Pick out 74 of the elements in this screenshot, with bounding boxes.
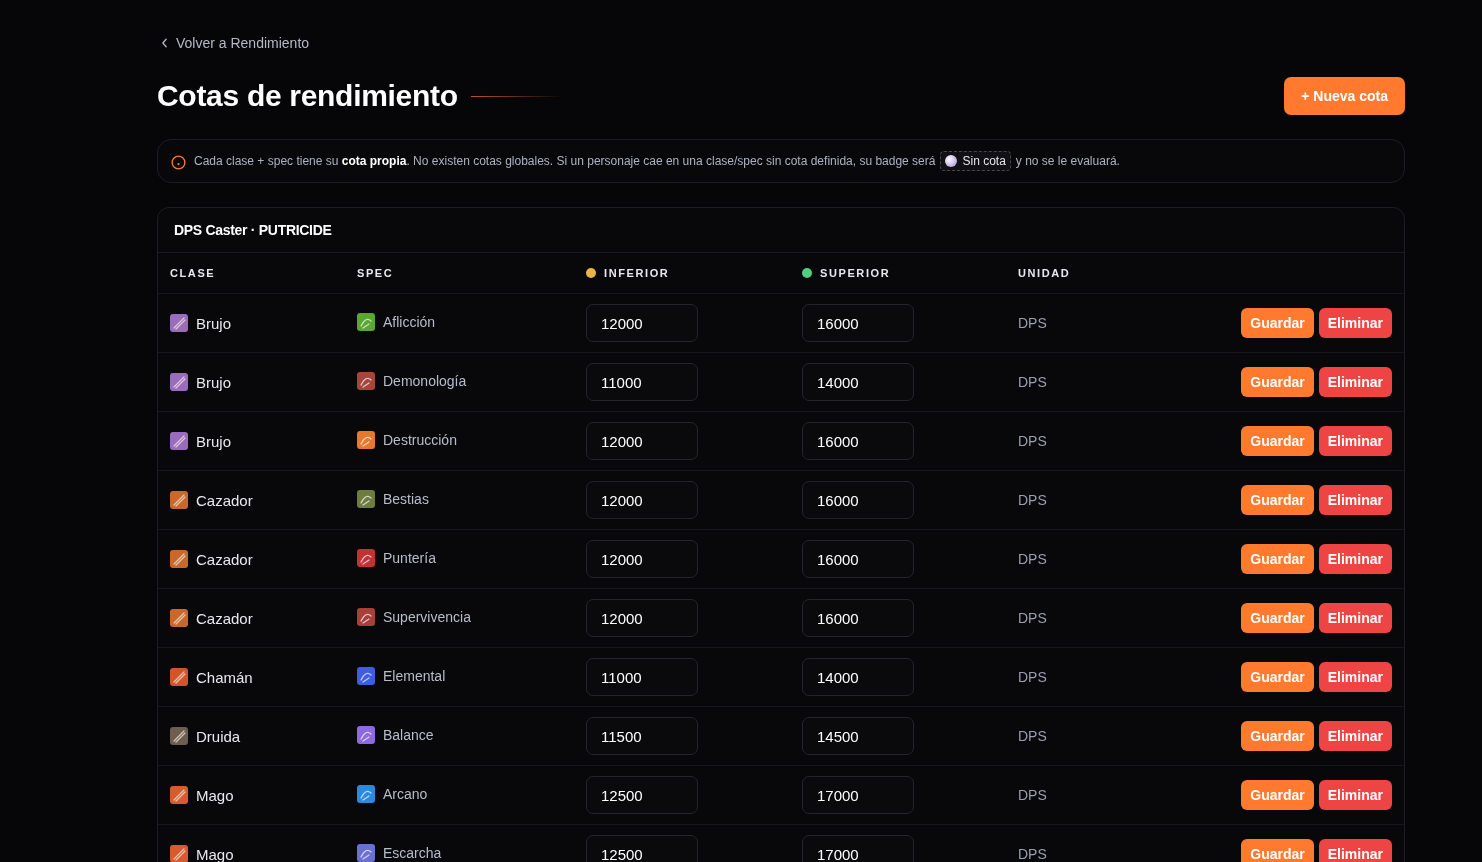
column-header: CLASE bbox=[170, 267, 216, 279]
page-title: Cotas de rendimiento bbox=[157, 79, 458, 113]
table-title: DPS Caster · PUTRICIDE bbox=[174, 222, 332, 238]
delete-button[interactable]: Eliminar bbox=[1318, 780, 1392, 810]
lower-bound-field[interactable]: 11000 bbox=[586, 363, 698, 401]
spec-name: Escarcha bbox=[383, 844, 442, 861]
delete-button[interactable]: Eliminar bbox=[1318, 367, 1392, 397]
upper-bound-field[interactable]: 16000 bbox=[802, 481, 914, 519]
lower-bound-field[interactable]: 12000 bbox=[586, 422, 698, 460]
unit-text: DPS bbox=[1018, 787, 1047, 803]
unit-text: DPS bbox=[1018, 728, 1047, 744]
unit-text: DPS bbox=[1018, 433, 1047, 449]
spec-name: Elemental bbox=[383, 667, 446, 684]
class-name: Brujo bbox=[196, 373, 232, 391]
unit-text: DPS bbox=[1018, 492, 1047, 508]
lower-bound-field[interactable]: 12000 bbox=[586, 540, 698, 578]
upper-bound-field[interactable]: 17000 bbox=[802, 835, 914, 862]
lower-bound-field[interactable]: 12000 bbox=[586, 304, 698, 342]
column-header: INFERIOR bbox=[604, 267, 670, 279]
lower-bound-field[interactable]: 12500 bbox=[586, 776, 698, 814]
class-name: Chamán bbox=[196, 668, 253, 686]
unit-text: DPS bbox=[1018, 846, 1047, 862]
upper-bound-field[interactable]: 14000 bbox=[802, 363, 914, 401]
spec-name: Supervivencia bbox=[383, 608, 471, 625]
spec-name: Puntería bbox=[383, 549, 436, 566]
class-name: Brujo bbox=[196, 314, 232, 332]
info-icon bbox=[171, 154, 186, 170]
unit-text: DPS bbox=[1018, 669, 1047, 685]
class-name: Brujo bbox=[196, 432, 232, 450]
spec-name: Balance bbox=[383, 726, 434, 743]
spec-name: Destrucción bbox=[383, 431, 457, 448]
unit-text: DPS bbox=[1018, 610, 1047, 626]
class-name: Cazador bbox=[196, 491, 253, 509]
badge-dot-icon bbox=[945, 155, 958, 167]
lower-bound-field[interactable]: 12000 bbox=[586, 481, 698, 519]
info-text: y no se le evaluará. bbox=[1015, 154, 1120, 168]
upper-bound-field[interactable]: 14500 bbox=[802, 717, 914, 755]
upper-bound-field[interactable]: 16000 bbox=[802, 540, 914, 578]
chevron-left-icon bbox=[161, 38, 168, 48]
upper-bound-field[interactable]: 17000 bbox=[802, 776, 914, 814]
upper-bound-field[interactable]: 16000 bbox=[802, 422, 914, 460]
delete-button[interactable]: Eliminar bbox=[1318, 721, 1392, 751]
delete-button[interactable]: Eliminar bbox=[1318, 544, 1392, 574]
upper-bound-field[interactable]: 16000 bbox=[802, 304, 914, 342]
unit-text: DPS bbox=[1018, 374, 1047, 390]
column-header: SPEC bbox=[357, 267, 394, 279]
spec-name: Bestias bbox=[383, 490, 429, 507]
upper-bound-field[interactable]: 16000 bbox=[802, 599, 914, 637]
unit-text: DPS bbox=[1018, 315, 1047, 331]
delete-button[interactable]: Eliminar bbox=[1318, 426, 1392, 456]
lower-bound-field[interactable]: 12500 bbox=[586, 835, 698, 862]
class-name: Mago bbox=[196, 786, 234, 804]
delete-button[interactable]: Eliminar bbox=[1318, 662, 1392, 692]
lower-bound-field[interactable]: 12000 bbox=[586, 599, 698, 637]
back-link[interactable]: Volver a Rendimiento bbox=[161, 34, 310, 52]
lower-bound-field[interactable]: 11000 bbox=[586, 658, 698, 696]
column-header: SUPERIOR bbox=[820, 267, 891, 279]
column-header: UNIDAD bbox=[1018, 267, 1071, 279]
lower-bound-field[interactable]: 11500 bbox=[586, 717, 698, 755]
unit-text: DPS bbox=[1018, 551, 1047, 567]
info-text: Cada clase + spec tiene su cota propia. No existen cotas globales. Si un personaje cae en una clase/spec sin cota definida, su badge será bbox=[194, 154, 936, 168]
spec-name: Aflicción bbox=[383, 313, 436, 330]
class-name: Druida bbox=[196, 727, 241, 745]
class-name: Cazador bbox=[196, 550, 253, 568]
class-name: Mago bbox=[196, 845, 234, 862]
spec-name: Demonología bbox=[383, 372, 467, 389]
class-name: Cazador bbox=[196, 609, 253, 627]
upper-bound-field[interactable]: 14000 bbox=[802, 658, 914, 696]
badge-label: Sin cota bbox=[962, 154, 1006, 168]
delete-button[interactable]: Eliminar bbox=[1318, 308, 1392, 338]
delete-button[interactable]: Eliminar bbox=[1318, 603, 1392, 633]
delete-button[interactable]: Eliminar bbox=[1318, 485, 1392, 515]
spec-name: Arcano bbox=[383, 785, 428, 802]
delete-button[interactable]: Eliminar bbox=[1318, 839, 1392, 862]
